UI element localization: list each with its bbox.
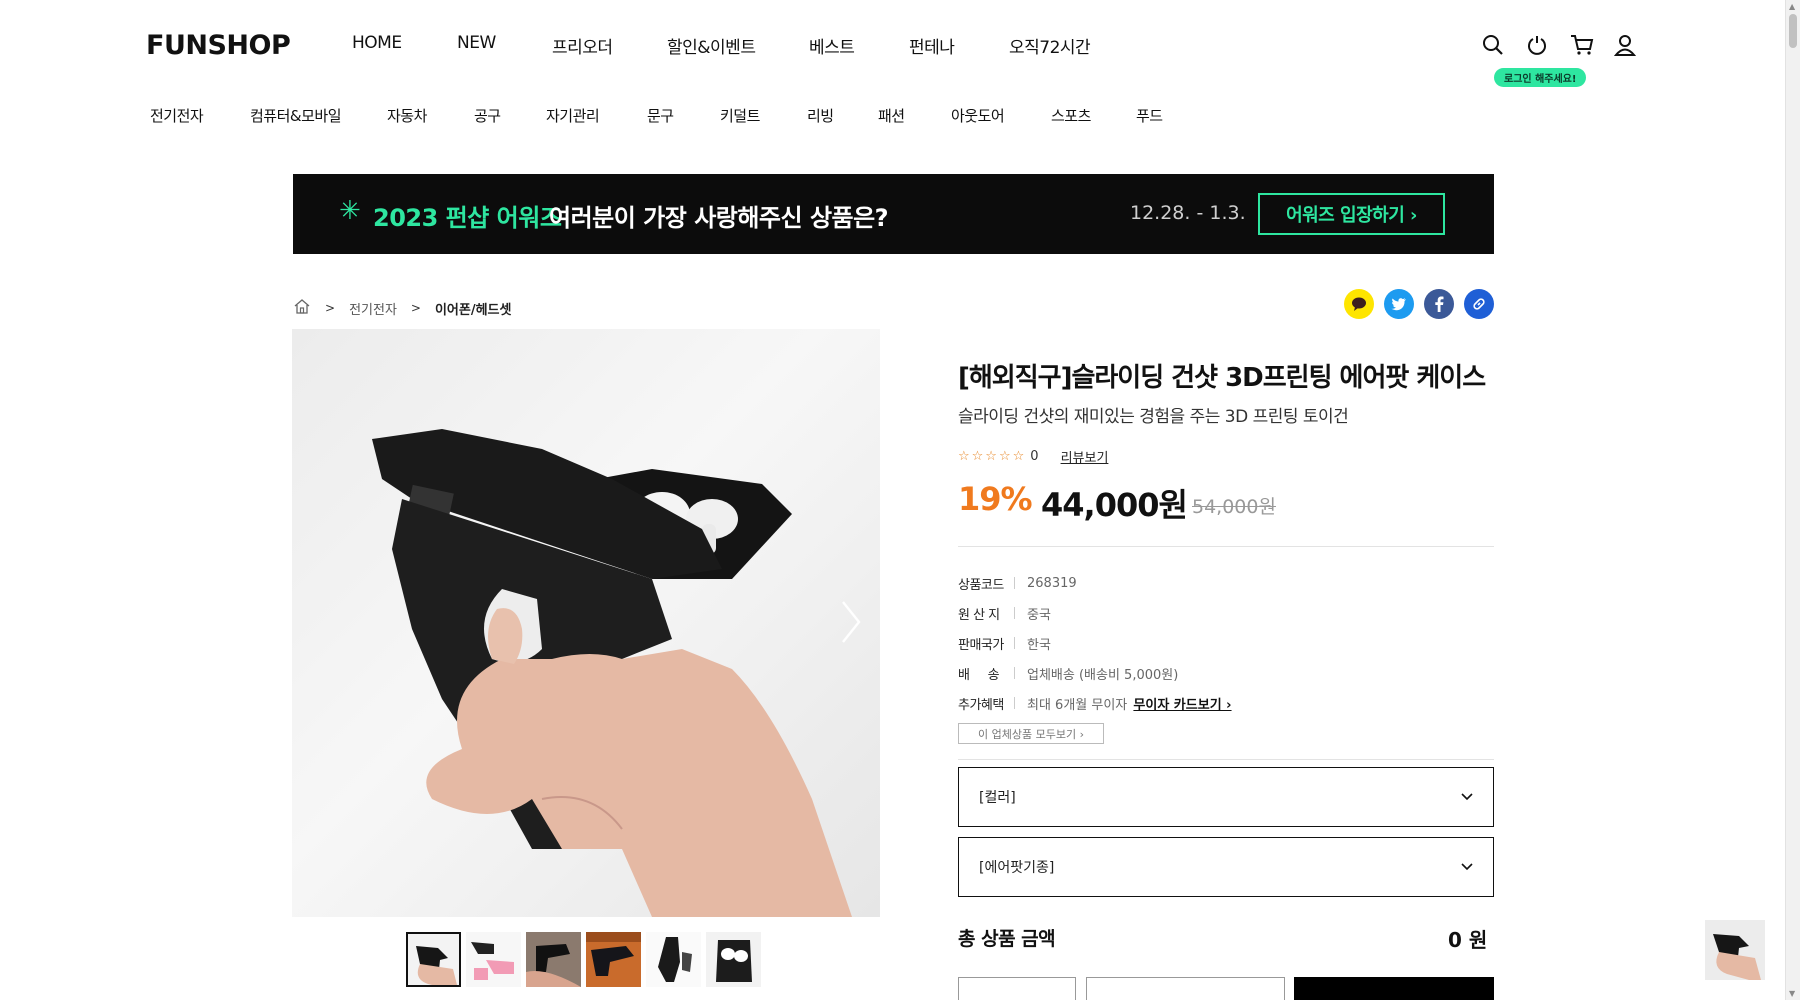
cart-icon[interactable] <box>1570 34 1594 56</box>
category-item[interactable]: 푸드 <box>1136 105 1196 126</box>
sale-price: 44,000원 <box>1041 486 1188 524</box>
scroll-up-icon[interactable]: ▲ <box>1789 2 1795 11</box>
chevron-down-icon <box>1461 859 1473 875</box>
divider <box>958 546 1494 547</box>
chevron-right-icon[interactable] <box>840 599 862 649</box>
breadcrumb-item[interactable]: 전기전자 <box>349 299 397 318</box>
recent-viewed-thumbnail[interactable] <box>1705 920 1765 980</box>
scrollbar-thumb[interactable] <box>1789 14 1797 48</box>
rating-row: ☆☆☆☆☆ 0 리뷰보기 <box>958 447 1108 466</box>
category-nav: 전기전자 컴퓨터&모바일 자동차 공구 자기관리 문구 키덜트 리빙 패션 아웃… <box>150 105 1196 126</box>
product-subtitle: 슬라이딩 건샷의 재미있는 경험을 주는 3D 프린팅 토이건 <box>958 407 1349 427</box>
original-price: 54,000원 <box>1192 496 1276 518</box>
category-item[interactable]: 자기관리 <box>546 105 647 126</box>
chevron-down-icon <box>1461 789 1473 805</box>
color-option-select[interactable]: [컬러] <box>958 767 1494 827</box>
review-count: 0 <box>1030 449 1039 464</box>
breadcrumb: > 전기전자 > 이어폰/헤드셋 <box>293 298 511 318</box>
info-key: 추가혜택 <box>958 697 1004 713</box>
info-row: 원 산 지 중국 <box>958 598 1232 628</box>
nav-preorder[interactable]: 프리오더 <box>552 33 667 58</box>
category-item[interactable]: 리빙 <box>807 105 878 126</box>
info-value: 한국 <box>1027 637 1051 653</box>
user-icon[interactable] <box>1613 34 1637 56</box>
power-icon[interactable] <box>1526 34 1548 56</box>
info-value: 268319 <box>1027 575 1077 591</box>
review-link[interactable]: 리뷰보기 <box>1061 447 1109 466</box>
product-title: [해외직구]슬라이딩 건샷 3D프린팅 에어팟 케이스 <box>958 363 1486 393</box>
info-row: 추가혜택 최대 6개월 무이자 무이자 카드보기 › <box>958 688 1232 718</box>
total-price-label: 총 상품 금액 <box>958 928 1056 950</box>
category-item[interactable]: 공구 <box>474 105 546 126</box>
select-label: [컬러] <box>979 790 1016 806</box>
nav-72hours[interactable]: 오직72시간 <box>1009 33 1119 58</box>
asterisk-icon: ✳ <box>339 196 361 226</box>
nav-best[interactable]: 베스트 <box>809 33 909 58</box>
vendor-products-button[interactable]: 이 업체상품 모두보기 › <box>958 723 1104 744</box>
chevron-right-icon: > <box>325 301 336 315</box>
select-label: [에어팟기종] <box>979 860 1055 876</box>
banner-title: 2023 펀샵 어워즈 <box>373 204 562 232</box>
category-item[interactable]: 전기전자 <box>150 105 250 126</box>
info-row: 판매국가 한국 <box>958 628 1232 658</box>
search-icon[interactable] <box>1482 34 1504 56</box>
category-item[interactable]: 자동차 <box>387 105 474 126</box>
info-key: 판매국가 <box>958 637 1004 653</box>
category-item[interactable]: 아웃도어 <box>951 105 1051 126</box>
site-logo[interactable]: FUNSHOP <box>146 30 291 61</box>
link-icon[interactable] <box>1464 289 1494 319</box>
product-thumbnail[interactable] <box>586 932 641 987</box>
login-tooltip[interactable]: 로그인 해주세요! <box>1494 68 1587 87</box>
category-item[interactable]: 컴퓨터&모바일 <box>250 105 387 126</box>
banner-date: 12.28. - 1.3. <box>1130 202 1246 224</box>
info-row: 상품코드 268319 <box>958 568 1232 598</box>
share-buttons <box>1344 289 1494 319</box>
nav-new[interactable]: NEW <box>457 33 552 58</box>
breadcrumb-current[interactable]: 이어폰/헤드셋 <box>435 299 512 318</box>
awards-enter-button[interactable]: 어워즈 입장하기 › <box>1258 193 1445 235</box>
divider <box>958 759 1494 760</box>
category-item[interactable]: 문구 <box>647 105 720 126</box>
twitter-icon[interactable] <box>1384 289 1414 319</box>
product-thumbnail[interactable] <box>466 932 521 987</box>
awards-banner[interactable]: ✳ 2023 펀샵 어워즈 여러분이 가장 사랑해주신 상품은? 12.28. … <box>293 174 1494 254</box>
nav-sale-event[interactable]: 할인&이벤트 <box>667 33 809 58</box>
category-item[interactable]: 스포츠 <box>1051 105 1136 126</box>
buy-now-button[interactable] <box>1294 977 1494 1000</box>
info-key: 상품코드 <box>958 577 1004 593</box>
banner-text: 여러분이 가장 사랑해주신 상품은? <box>549 204 889 232</box>
info-key: 원 산 지 <box>958 607 1000 623</box>
total-price-value: 0 원 <box>1448 928 1488 952</box>
cart-button[interactable] <box>1086 977 1285 1000</box>
info-value: 최대 6개월 무이자 무이자 카드보기 › <box>1027 697 1232 713</box>
airpods-model-select[interactable]: [에어팟기종] <box>958 837 1494 897</box>
category-item[interactable]: 패션 <box>878 105 951 126</box>
product-thumbnail[interactable] <box>646 932 701 987</box>
star-rating: ☆☆☆☆☆ <box>958 449 1027 464</box>
nav-funtenna[interactable]: 펀테나 <box>909 33 1009 58</box>
facebook-icon[interactable] <box>1424 289 1454 319</box>
card-installment-link[interactable]: 무이자 카드보기 › <box>1133 698 1231 713</box>
wishlist-button[interactable] <box>958 977 1076 1000</box>
thumbnail-list <box>406 932 761 987</box>
header-icons <box>1482 34 1637 56</box>
info-key: 배 송 <box>958 667 1000 683</box>
scroll-down-icon[interactable]: ▼ <box>1789 989 1795 998</box>
product-thumbnail[interactable] <box>526 932 581 987</box>
home-icon[interactable] <box>293 298 311 318</box>
kakao-icon[interactable] <box>1344 289 1374 319</box>
product-thumbnail[interactable] <box>406 932 461 987</box>
main-nav: HOME NEW 프리오더 할인&이벤트 베스트 펀테나 오직72시간 <box>352 33 1119 58</box>
page-scrollbar[interactable]: ▲ ▼ <box>1785 0 1800 1000</box>
product-main-image[interactable] <box>292 329 880 917</box>
info-row: 배 송 업체배송 (배송비 5,000원) <box>958 658 1232 688</box>
category-item[interactable]: 키덜트 <box>720 105 807 126</box>
chevron-right-icon: > <box>410 301 421 315</box>
nav-home[interactable]: HOME <box>352 33 457 58</box>
info-value: 중국 <box>1027 607 1051 623</box>
discount-rate: 19% <box>958 480 1033 518</box>
info-value: 업체배송 (배송비 5,000원) <box>1027 667 1179 683</box>
product-thumbnail[interactable] <box>706 932 761 987</box>
product-info-table: 상품코드 268319 원 산 지 중국 판매국가 한국 배 송 업체배송 (배… <box>958 568 1232 718</box>
